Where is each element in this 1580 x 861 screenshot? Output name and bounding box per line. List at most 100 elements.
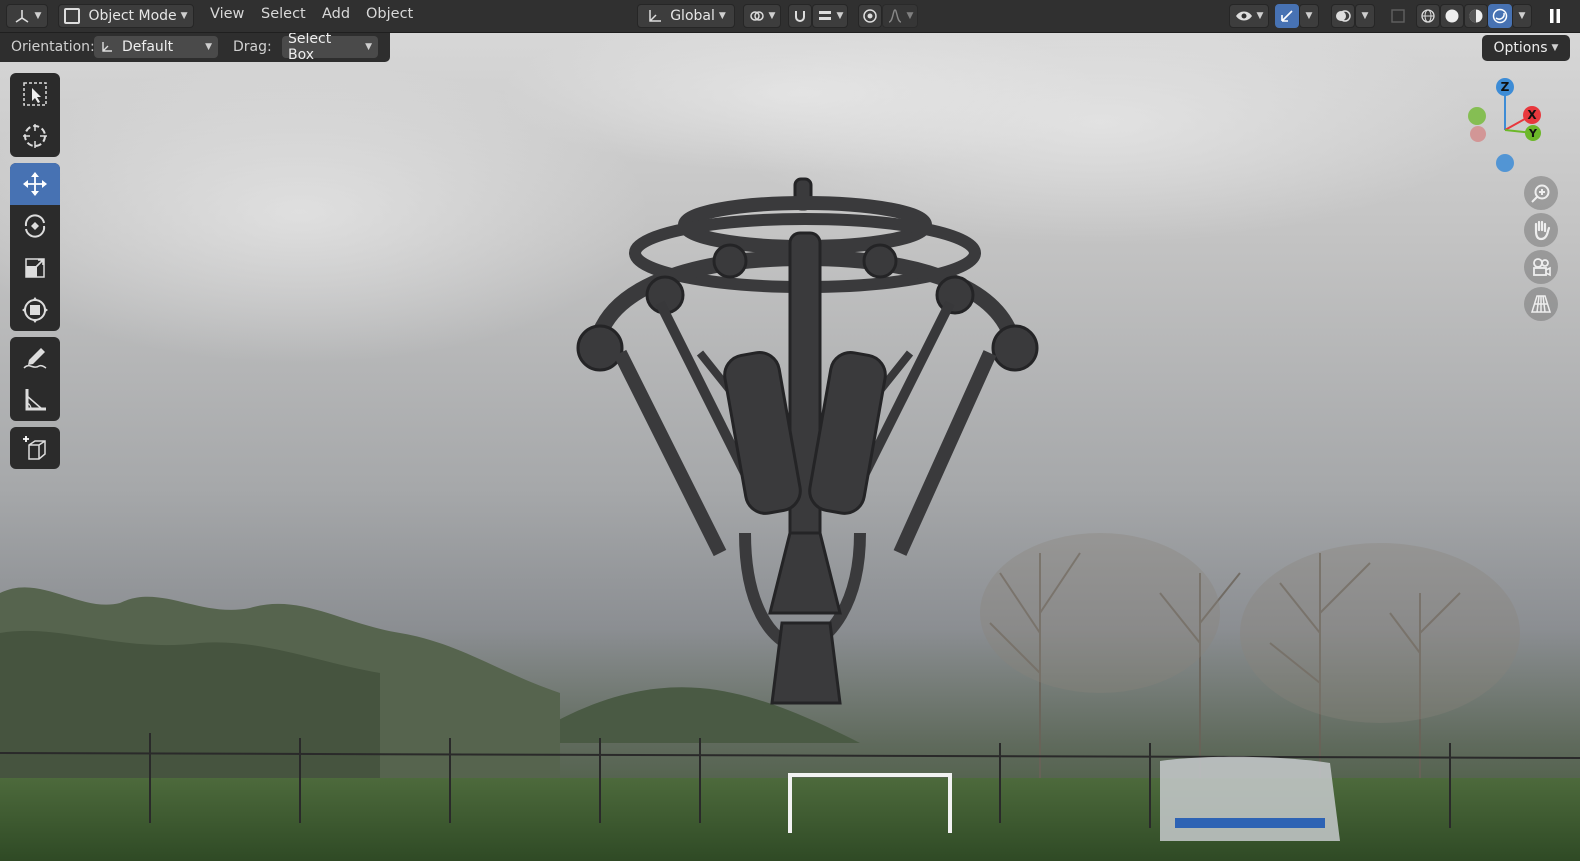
chevron-down-icon: ▼ xyxy=(836,11,844,21)
transform-icon xyxy=(22,297,48,323)
xray-toggle[interactable] xyxy=(1387,4,1409,28)
toolbar-group-select xyxy=(10,73,60,157)
shading-solid-button[interactable] xyxy=(1440,4,1464,28)
solid-shading-icon xyxy=(1445,9,1459,23)
cursor-icon xyxy=(23,124,47,148)
hand-icon xyxy=(1534,220,1551,241)
navigation-gizmo[interactable]: Z X Y xyxy=(1460,75,1570,185)
gizmo-toggle[interactable] xyxy=(1275,4,1299,28)
orientation-axes-icon xyxy=(102,42,112,52)
snap-target-dropdown[interactable]: ▼ xyxy=(812,4,848,28)
tool-move[interactable] xyxy=(10,163,60,205)
3d-viewport[interactable]: Orientation: Default ▼ Drag: Select Box … xyxy=(0,33,1580,861)
toolbar xyxy=(10,73,60,475)
gizmo-neg-z[interactable] xyxy=(1496,154,1514,172)
measure-icon xyxy=(25,389,46,411)
mode-label: Object Mode xyxy=(88,8,177,24)
proportional-editing-icon xyxy=(863,9,877,23)
tool-scale[interactable] xyxy=(10,247,60,289)
gizmo-x-label: X xyxy=(1527,108,1537,122)
falloff-curve-icon xyxy=(888,9,901,23)
pan-button[interactable] xyxy=(1524,213,1558,247)
selectability-visibility-dropdown[interactable]: ▼ xyxy=(1229,4,1269,28)
shading-dropdown[interactable]: ▼ xyxy=(1512,4,1532,28)
orientation-value: Default xyxy=(122,39,174,55)
tool-transform[interactable] xyxy=(10,289,60,331)
tool-cursor[interactable] xyxy=(10,115,60,157)
orientation-label: Orientation: xyxy=(11,39,95,55)
editor-type-button[interactable]: ▼ xyxy=(6,4,48,28)
shading-material-button[interactable] xyxy=(1464,4,1488,28)
select-box-icon xyxy=(23,82,47,106)
snap-increment-icon xyxy=(818,11,831,20)
3d-viewport-icon xyxy=(15,10,28,23)
rotate-icon xyxy=(24,214,46,238)
pivot-point-dropdown[interactable]: ▼ xyxy=(743,4,781,28)
move-icon xyxy=(23,172,47,196)
material-shading-icon xyxy=(1469,9,1483,23)
viewport-header: ▼ Object Mode ▼ View Select Add Object G… xyxy=(0,0,1580,33)
orientation-label: Global xyxy=(670,8,715,24)
pause-icon xyxy=(1550,9,1560,23)
annotate-icon xyxy=(23,348,47,369)
tool-settings-bar: Orientation: Default ▼ Drag: Select Box … xyxy=(0,33,390,63)
shading-rendered-button[interactable] xyxy=(1488,4,1512,28)
snap-toggle[interactable] xyxy=(788,4,812,28)
xray-icon xyxy=(1391,9,1405,23)
chevron-down-icon: ▼ xyxy=(205,42,212,52)
wireframe-shading-icon xyxy=(1421,9,1435,23)
options-dropdown[interactable]: Options ▼ xyxy=(1482,35,1570,61)
tool-rotate[interactable] xyxy=(10,205,60,247)
gizmo-neg-y[interactable] xyxy=(1468,107,1486,125)
chevron-down-icon: ▼ xyxy=(768,11,776,21)
gizmo-neg-x[interactable] xyxy=(1470,126,1486,142)
gizmo-icon xyxy=(1281,10,1293,22)
mode-dropdown[interactable]: Object Mode ▼ xyxy=(58,4,194,28)
global-axes-icon xyxy=(649,10,662,22)
chevron-down-icon: ▼ xyxy=(1551,43,1559,53)
menu-add[interactable]: Add xyxy=(322,6,350,22)
proportional-editing-toggle[interactable] xyxy=(858,4,882,28)
scale-icon xyxy=(25,258,45,278)
options-label: Options xyxy=(1493,40,1548,56)
chevron-down-icon: ▼ xyxy=(906,11,914,21)
overlays-toggle[interactable] xyxy=(1331,4,1355,28)
chevron-down-icon: ▼ xyxy=(365,42,372,52)
chevron-down-icon: ▼ xyxy=(1518,11,1526,21)
gizmo-dropdown[interactable]: ▼ xyxy=(1299,4,1319,28)
menu-view[interactable]: View xyxy=(210,6,244,22)
menu-select[interactable]: Select xyxy=(261,6,306,22)
camera-icon xyxy=(1533,258,1551,277)
shading-wireframe-button[interactable] xyxy=(1416,4,1440,28)
overlay-icon xyxy=(1336,10,1351,22)
tool-add-cube[interactable] xyxy=(10,427,60,469)
add-cube-icon xyxy=(23,436,46,460)
chevron-down-icon: ▼ xyxy=(34,11,42,21)
tool-select-box[interactable] xyxy=(10,73,60,115)
tool-measure[interactable] xyxy=(10,379,60,421)
drag-dropdown[interactable]: Select Box ▼ xyxy=(282,33,378,63)
magnet-icon xyxy=(795,11,805,22)
zoom-button[interactable] xyxy=(1524,176,1558,210)
overlays-dropdown[interactable]: ▼ xyxy=(1355,4,1375,28)
visibility-icon xyxy=(1235,11,1252,21)
gizmo-z-label: Z xyxy=(1501,80,1510,94)
grid-perspective-icon xyxy=(1530,295,1552,313)
scene-object-mesh[interactable] xyxy=(0,33,1580,861)
falloff-dropdown[interactable]: ▼ xyxy=(882,4,918,28)
camera-view-button[interactable] xyxy=(1524,250,1558,284)
rendered-shading-icon xyxy=(1492,8,1508,24)
toolbar-group-add xyxy=(10,427,60,469)
orientation-dropdown[interactable]: Default ▼ xyxy=(94,36,218,58)
menu-object[interactable]: Object xyxy=(366,6,413,22)
zoom-icon xyxy=(1531,184,1550,203)
transform-orientation-dropdown[interactable]: Global ▼ xyxy=(637,4,735,28)
chevron-down-icon: ▼ xyxy=(1361,11,1369,21)
drag-value: Select Box xyxy=(288,33,332,63)
chevron-down-icon: ▼ xyxy=(1305,11,1313,21)
perspective-toggle-button[interactable] xyxy=(1524,287,1558,321)
pivot-icon xyxy=(749,11,764,21)
tool-annotate[interactable] xyxy=(10,337,60,379)
pause-render-button[interactable] xyxy=(1540,4,1570,28)
drag-label: Drag: xyxy=(233,39,272,55)
